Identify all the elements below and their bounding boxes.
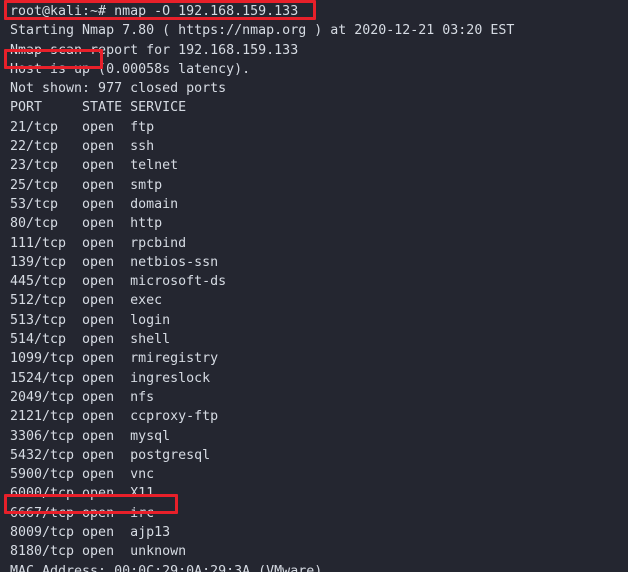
terminal-line: 6000/tcp open X11 (10, 486, 155, 502)
terminal-line: 513/tcp open login (10, 312, 171, 328)
terminal-line: MAC Address: 00:0C:29:0A:29:3A (VMware) (10, 563, 323, 572)
terminal-line: 23/tcp open telnet (10, 158, 179, 174)
terminal-line: 5900/tcp open vnc (10, 467, 155, 483)
terminal-line: 512/tcp open exec (10, 293, 163, 309)
terminal-line: 3306/tcp open mysql (10, 428, 171, 444)
terminal-line: 80/tcp open http (10, 216, 163, 232)
terminal-line: root@kali:~# nmap -O 192.168.159.133 (10, 4, 299, 19)
terminal-line: 2121/tcp open ccproxy-ftp (10, 409, 219, 425)
terminal-line: 5432/tcp open postgresql (10, 447, 211, 463)
terminal-output: root@kali:~# nmap -O 192.168.159.133 Star… (10, 2, 514, 572)
terminal-line: 445/tcp open microsoft-ds (10, 274, 227, 290)
terminal-line: 111/tcp open rpcbind (10, 235, 187, 251)
terminal-line: 8180/tcp open unknown (10, 544, 187, 560)
terminal-line: Starting Nmap 7.80 ( https://nmap.org ) … (10, 23, 515, 39)
terminal-line: 1099/tcp open rmiregistry (10, 351, 219, 367)
terminal-line: Nmap scan report for 192.168.159.133 (10, 42, 299, 58)
terminal-line: 53/tcp open domain (10, 196, 179, 212)
terminal-line: 514/tcp open shell (10, 332, 171, 348)
terminal-line: 6667/tcp open irc (10, 505, 155, 521)
terminal-line: 21/tcp open ftp (10, 119, 155, 135)
terminal-line: 25/tcp open smtp (10, 177, 163, 193)
terminal-line: 22/tcp open ssh (10, 139, 155, 155)
terminal-line: 2049/tcp open nfs (10, 389, 155, 405)
terminal-line: Host is up (0.00058s latency). (10, 61, 251, 77)
terminal-line: PORT STATE SERVICE (10, 100, 187, 116)
terminal-line: Not shown: 977 closed ports (10, 81, 227, 97)
terminal-line: 1524/tcp open ingreslock (10, 370, 211, 386)
terminal-line: 8009/tcp open ajp13 (10, 525, 171, 541)
terminal-window[interactable]: root@kali:~# nmap -O 192.168.159.133 Star… (0, 0, 628, 572)
terminal-line: 139/tcp open netbios-ssn (10, 254, 219, 270)
